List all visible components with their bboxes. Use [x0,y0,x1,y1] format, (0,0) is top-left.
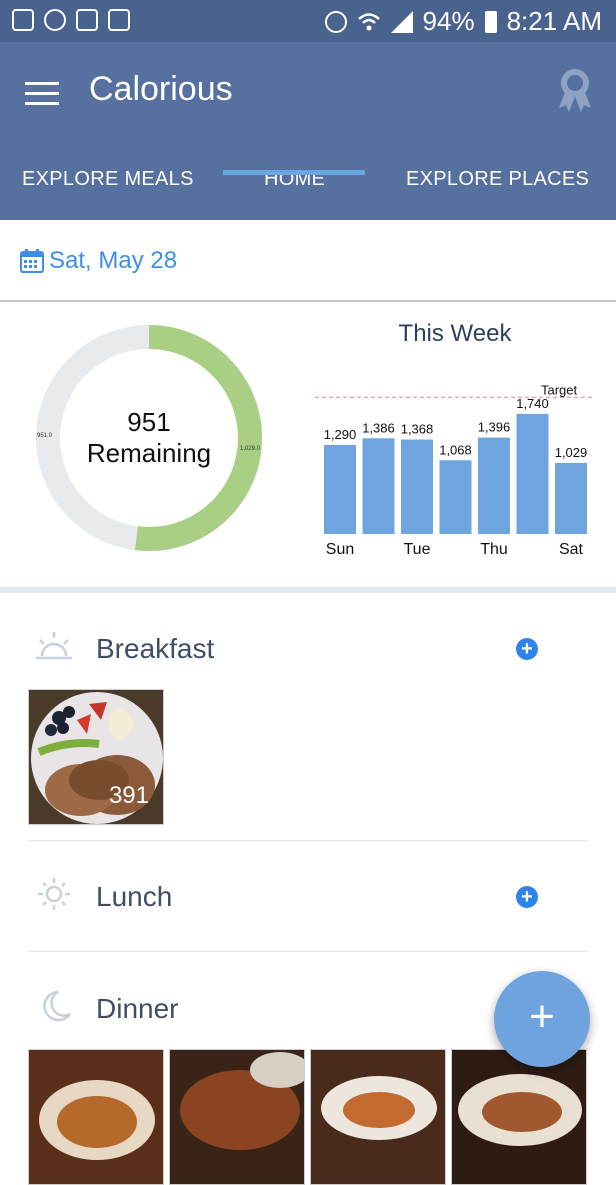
gallery-icon [12,9,34,31]
divider [28,840,588,841]
meal-photo[interactable] [28,1049,164,1185]
bar-value-label: 1,396 [478,420,511,435]
bar-value-label: 1,740 [516,396,549,411]
meal-photo[interactable] [169,1049,305,1185]
bar-value-label: 1,068 [439,442,472,457]
bar-wed [439,460,472,534]
meal-title: Breakfast [96,633,215,664]
date-bar[interactable]: Sat, May 28 [0,220,616,302]
tab-selected-indicator [223,170,365,175]
x-tick-label: Tue [404,541,431,558]
signal-icon [390,10,413,33]
bar-value-label: 1,290 [324,427,357,442]
bar-value-label: 1,029 [555,445,588,460]
meal-photo[interactable] [451,1049,587,1185]
add-circle-icon[interactable]: + [516,886,538,908]
meal-title: Dinner [96,993,179,1024]
x-tick-label: Sat [559,541,584,558]
battery-icon [484,10,497,33]
divider [28,951,588,952]
chrome-icon [44,9,66,31]
clock: 8:21 AM [506,6,602,36]
task-icon [108,9,130,31]
meal-photo[interactable] [310,1049,446,1185]
date-label[interactable]: Sat, May 28 [49,247,177,275]
system-icons: 94% 8:21 AM [324,6,602,37]
week-chart-title: This Week [398,320,512,347]
vine-icon [76,9,98,31]
week-bar-chart: Target1,290Sun1,386 1,368Tue1,0681,396Thu… [315,382,595,558]
app-title: Calorious [89,70,233,108]
bar-fri [516,413,549,534]
moon-icon [43,990,72,1022]
bar-value-label: 1,386 [362,420,395,435]
bar-value-label: 1,368 [401,422,434,437]
section-separator [0,587,616,593]
donut-remaining-label: 951.0 [37,433,53,439]
award-ribbon-icon[interactable] [555,66,595,112]
battery-percent: 94% [422,6,475,36]
remaining-value: 951 [127,407,171,437]
sunrise-icon [36,632,72,660]
x-tick-label: Thu [480,541,508,558]
calendar-icon [20,249,44,273]
bar-thu [478,437,510,534]
bar-tue [401,439,433,534]
bar-sun [324,444,356,534]
bar-sat [555,462,587,534]
tab-bar: EXPLORE MEALS HOME EXPLORE PLACES [0,158,616,220]
add-circle-icon[interactable]: + [516,638,538,660]
x-tick-label: Sun [326,541,354,558]
alarm-icon [324,10,347,33]
remaining-readout: 951 Remaining [35,407,263,469]
bar-mon [362,438,395,534]
remaining-label: Remaining [86,438,212,468]
sun-icon [38,878,70,910]
meal-calories: 391 [108,782,149,809]
wifi-icon [357,12,380,30]
notification-icons [12,9,130,31]
tab-explore-places[interactable]: EXPLORE PLACES [406,168,589,191]
meal-lunch: Lunch + [28,868,588,928]
donut-consumed-label: 1,029.0 [240,446,261,452]
tab-explore-meals[interactable]: EXPLORE MEALS [22,168,194,191]
meal-breakfast: Breakfast + [28,620,588,680]
meal-photo[interactable]: 391 [28,689,164,825]
daily-summary: 951 Remaining 951.0 1,029.0 This Week Ta… [0,302,616,589]
app-bar: Calorious EXPLORE MEALS HOME EXPLORE PLA… [0,42,616,220]
meal-title: Lunch [96,881,173,912]
add-icon[interactable]: + [494,971,590,1067]
hamburger-menu-icon[interactable] [25,82,59,106]
status-bar: 94% 8:21 AM [0,0,616,42]
